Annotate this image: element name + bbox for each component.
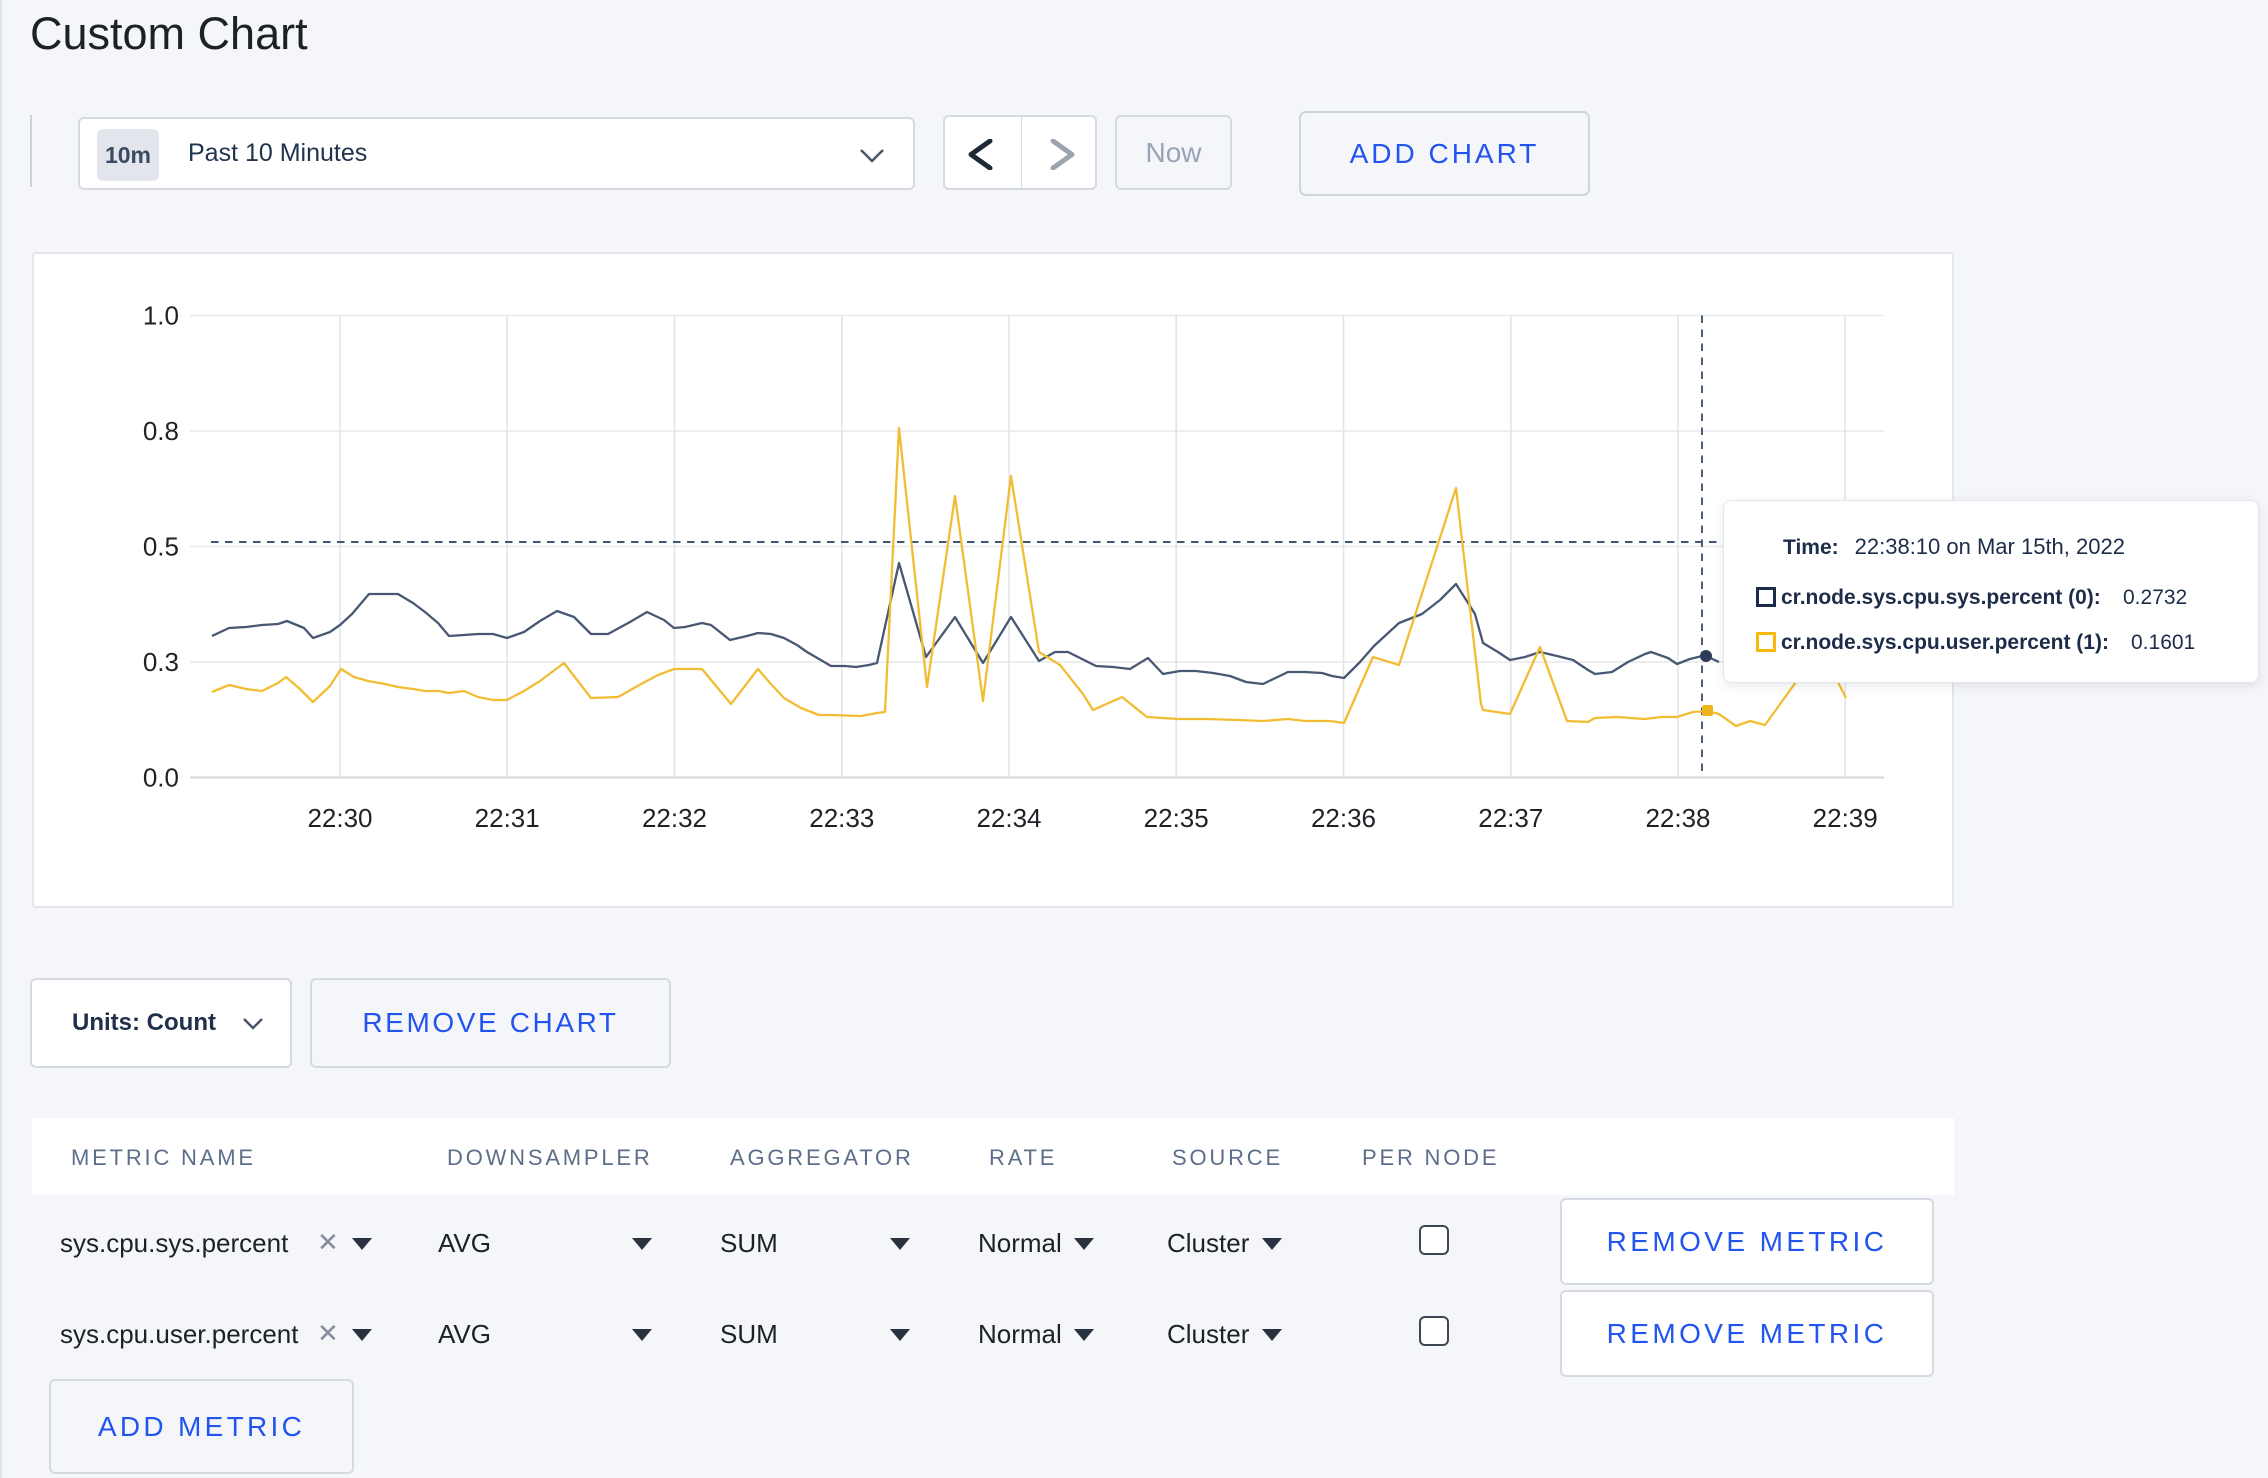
svg-text:0.0: 0.0: [143, 763, 179, 793]
svg-text:0.3: 0.3: [143, 647, 179, 677]
svg-text:22:37: 22:37: [1478, 803, 1543, 833]
svg-text:22:38: 22:38: [1645, 803, 1710, 833]
svg-text:22:34: 22:34: [976, 803, 1041, 833]
svg-text:22:39: 22:39: [1813, 803, 1878, 833]
svg-text:22:30: 22:30: [307, 803, 372, 833]
svg-text:0.8: 0.8: [143, 416, 179, 446]
svg-text:22:32: 22:32: [642, 803, 707, 833]
svg-text:0.5: 0.5: [143, 532, 179, 562]
svg-text:22:31: 22:31: [475, 803, 540, 833]
svg-text:1.0: 1.0: [143, 301, 179, 331]
svg-text:22:36: 22:36: [1311, 803, 1376, 833]
svg-text:22:35: 22:35: [1144, 803, 1209, 833]
svg-text:22:33: 22:33: [809, 803, 874, 833]
